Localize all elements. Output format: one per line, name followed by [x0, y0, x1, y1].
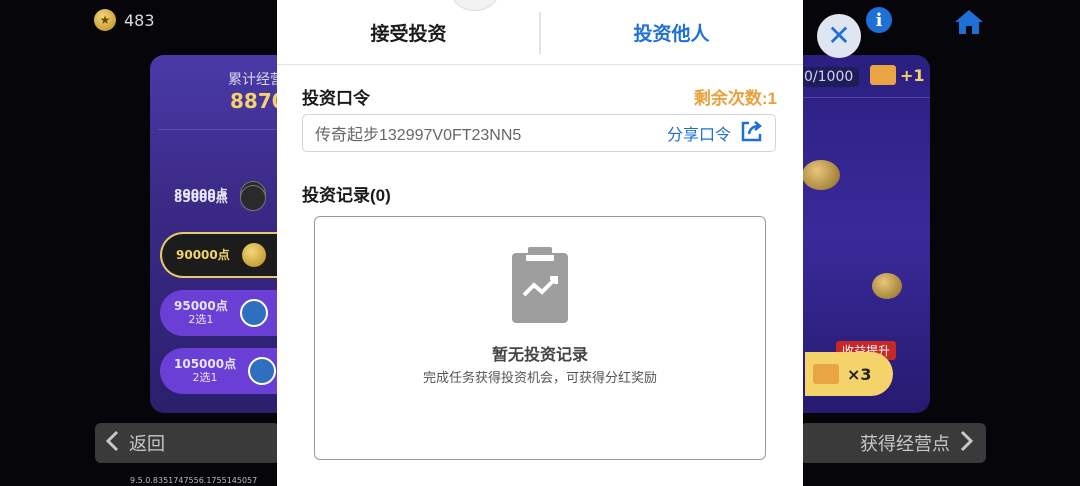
- info-icon[interactable]: i: [866, 7, 892, 33]
- rate-boost: ×3: [805, 352, 893, 396]
- tab-divider: [539, 12, 541, 54]
- level-points-value: 105000点: [174, 357, 237, 371]
- reward-thumbnail: [239, 185, 266, 211]
- level-points: 85000点: [174, 191, 228, 205]
- investment-count: 0/1000: [798, 67, 860, 87]
- earn-label: 获得经营点: [860, 434, 950, 455]
- bonus-value: +1: [900, 65, 925, 85]
- level-points: 105000点 2选1: [174, 357, 236, 385]
- home-icon[interactable]: [953, 8, 985, 40]
- coin-counter: ★ 483: [94, 9, 155, 31]
- chevron-left-icon: [105, 430, 119, 457]
- coin-decoration: [802, 160, 840, 190]
- investment-code: 传奇起步132997V0FT23NN5: [315, 127, 522, 144]
- level-points: 95000点 2选1: [174, 299, 228, 327]
- share-icon: [739, 119, 765, 148]
- share-code-button[interactable]: 分享口令: [667, 119, 765, 148]
- close-button[interactable]: ✕: [817, 14, 861, 58]
- empty-records: 暂无投资记录 完成任务获得投资机会，可获得分红奖励: [314, 216, 766, 460]
- tab-accept-investment[interactable]: 接受投资: [277, 0, 540, 64]
- coin-count: 483: [124, 10, 155, 30]
- star-coin-icon: ★: [94, 9, 116, 31]
- level-row[interactable]: 95000点 2选1: [160, 290, 290, 336]
- close-icon: ✕: [827, 19, 851, 52]
- level-row-current[interactable]: 90000点: [160, 232, 290, 278]
- chevron-right-icon: [960, 430, 974, 457]
- bonus-tag: +1: [870, 65, 925, 85]
- record-label: 投资记录(0): [302, 186, 391, 205]
- back-label: 返回: [129, 434, 165, 455]
- empty-subtitle: 完成任务获得投资机会，可获得分红奖励: [422, 370, 657, 385]
- earn-points-button[interactable]: 获得经营点: [800, 423, 986, 463]
- investment-dialog: 接受投资 投资他人 投资口令 剩余次数:1 传奇起步132997V0FT23NN…: [277, 0, 803, 486]
- remaining-count: 剩余次数:1: [693, 89, 777, 108]
- cumulative-label: 累计经营: [228, 72, 284, 88]
- star-coin-icon: [241, 243, 266, 267]
- level-choice: 2选1: [188, 313, 214, 326]
- share-label: 分享口令: [666, 127, 731, 144]
- rate-value: ×3: [847, 364, 872, 384]
- level-list-panel: 累计经营 8870 80000点 85000点 90000点 95000点 2选…: [150, 55, 290, 413]
- level-points: 90000点: [176, 248, 230, 262]
- divider: [790, 97, 930, 98]
- tab-invest-others[interactable]: 投资他人: [540, 0, 803, 64]
- version-text: 9.5.0.8351747556.1755145057: [130, 476, 258, 485]
- level-choice: 2选1: [192, 371, 218, 384]
- empty-title: 暂无投资记录: [491, 347, 588, 364]
- level-row[interactable]: 105000点 2选1: [160, 348, 290, 394]
- ticket-icon: [870, 65, 896, 85]
- reward-badge-icon: [239, 299, 268, 327]
- reward-badge-icon: [248, 357, 277, 385]
- code-label: 投资口令: [302, 89, 370, 108]
- level-points-value: 95000点: [174, 299, 228, 313]
- divider: [158, 129, 290, 130]
- clipboard-chart-icon: [510, 245, 570, 330]
- investment-code-field: 传奇起步132997V0FT23NN5 分享口令: [302, 114, 776, 152]
- level-row[interactable]: 85000点: [160, 175, 290, 221]
- back-button[interactable]: 返回: [95, 423, 280, 463]
- ticket-icon: [813, 364, 839, 384]
- coin-decoration: [872, 273, 902, 299]
